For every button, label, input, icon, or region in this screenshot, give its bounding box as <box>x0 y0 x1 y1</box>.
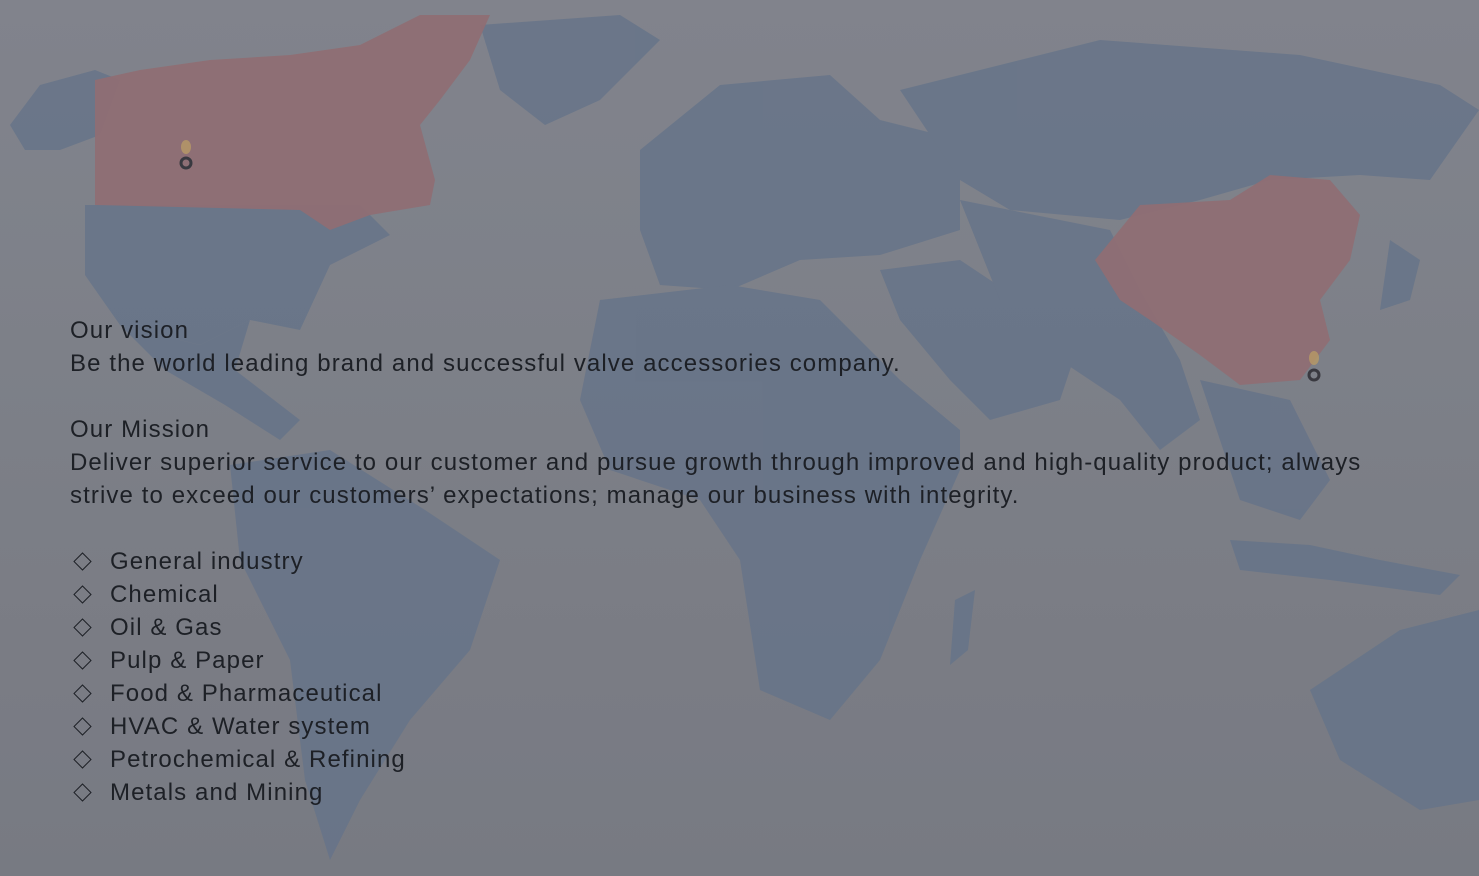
industry-label: HVAC & Water system <box>110 713 371 740</box>
diamond-bullet-icon <box>73 618 92 637</box>
diamond-bullet-icon <box>73 717 92 736</box>
industry-label: Pulp & Paper <box>110 647 265 674</box>
mission-text: Deliver superior service to our customer… <box>70 449 1362 509</box>
industry-item: Chemical <box>70 578 1440 611</box>
industry-item: Metals and Mining <box>70 776 1440 809</box>
diamond-bullet-icon <box>73 585 92 604</box>
industry-label: Metals and Mining <box>110 779 324 806</box>
diamond-bullet-icon <box>73 651 92 670</box>
mission-section: Our Mission Deliver superior service to … <box>70 413 1440 512</box>
diamond-bullet-icon <box>73 684 92 703</box>
diamond-bullet-icon <box>73 750 92 769</box>
industry-label: Petrochemical & Refining <box>110 746 406 773</box>
industry-label: General industry <box>110 548 304 575</box>
diamond-bullet-icon <box>73 552 92 571</box>
vision-section: Our vision Be the world leading brand an… <box>70 314 1440 380</box>
vision-heading: Our vision <box>70 317 190 344</box>
industry-item: Oil & Gas <box>70 611 1440 644</box>
industry-item: HVAC & Water system <box>70 710 1440 743</box>
industry-item: General industry <box>70 545 1440 578</box>
company-info: Our vision Be the world leading brand an… <box>70 314 1440 809</box>
industry-item: Petrochemical & Refining <box>70 743 1440 776</box>
industries-list: General industry Chemical Oil & Gas Pulp… <box>70 545 1440 809</box>
industry-label: Oil & Gas <box>110 614 223 641</box>
industry-label: Chemical <box>110 581 219 608</box>
mission-heading: Our Mission <box>70 416 211 443</box>
industry-item: Pulp & Paper <box>70 644 1440 677</box>
diamond-bullet-icon <box>73 783 92 802</box>
industry-item: Food & Pharmaceutical <box>70 677 1440 710</box>
vision-text: Be the world leading brand and successfu… <box>70 350 901 377</box>
industry-label: Food & Pharmaceutical <box>110 680 383 707</box>
